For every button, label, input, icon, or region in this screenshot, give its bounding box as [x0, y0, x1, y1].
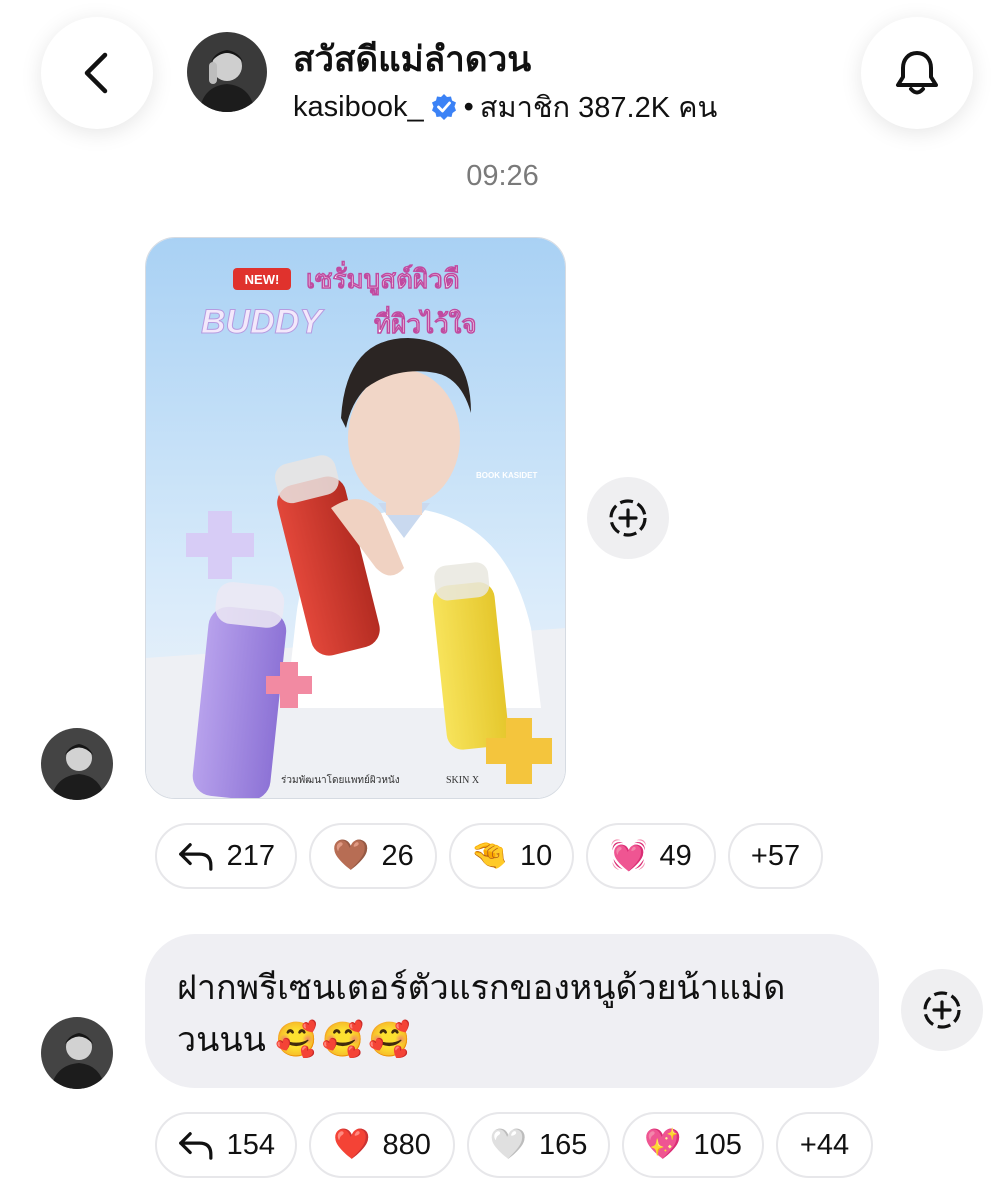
- channel-subtitle: kasibook_ • สมาชิก 387.2K คน: [293, 84, 717, 130]
- reply-icon: [179, 843, 213, 871]
- channel-header: สวัสดีแม่ลำดวน kasibook_ • สมาชิก 387.2K…: [0, 0, 1005, 150]
- reaction-chip[interactable]: 🤏 10: [449, 823, 574, 889]
- back-button[interactable]: [41, 17, 153, 129]
- brown-heart-icon: 🤎: [332, 839, 370, 872]
- more-reactions-chip[interactable]: +57: [728, 823, 823, 889]
- ad-headline-1: เซรั่มบูสต์ผิวดี: [306, 260, 460, 296]
- beating-heart-icon: 💓: [610, 839, 648, 872]
- message-reactions: 154 ❤️ 880 🤍 165 💖 105 +44: [155, 1112, 873, 1178]
- sender-avatar[interactable]: [41, 728, 113, 800]
- post-reactions: 217 🤎 26 🤏 10 💓 49 +57: [155, 823, 823, 889]
- add-circle-dashed-icon: [923, 991, 961, 1029]
- white-heart-icon: 🤍: [489, 1128, 527, 1161]
- channel-username[interactable]: kasibook_: [293, 91, 424, 124]
- message-bubble[interactable]: ฝากพรีเซนเตอร์ตัวแรกของหนูด้วยน้าแม่ดวนน…: [145, 934, 879, 1088]
- chevron-left-icon: [84, 52, 108, 94]
- message-text: ฝากพรีเซนเตอร์ตัวแรกของหนูด้วยน้าแม่ดวนน…: [177, 969, 786, 1059]
- sparkling-heart-icon: 💖: [644, 1128, 682, 1161]
- reaction-chip[interactable]: 🤎 26: [309, 823, 437, 889]
- reaction-chip[interactable]: 💓 49: [586, 823, 716, 889]
- reaction-chip[interactable]: 🤍 165: [467, 1112, 610, 1178]
- red-heart-icon: ❤️: [333, 1128, 371, 1161]
- ad-headline-2a: BUDDY: [201, 303, 325, 341]
- bell-icon: [896, 51, 938, 95]
- ad-brand: SKIN X: [446, 775, 480, 786]
- product-ad-image[interactable]: NEW! เซรั่มบูสต์ผิวดี BUDDY ที่ผิวไว้ใจ …: [145, 237, 566, 799]
- more-reactions-count: +57: [750, 839, 801, 872]
- reply-count: 217: [226, 839, 275, 872]
- ad-new-badge: NEW!: [245, 272, 280, 287]
- add-circle-dashed-icon: [609, 499, 647, 537]
- share-button[interactable]: [587, 477, 669, 559]
- reaction-count: 880: [382, 1128, 431, 1161]
- more-reactions-chip[interactable]: +44: [776, 1112, 873, 1178]
- reaction-count: 26: [381, 839, 414, 872]
- channel-avatar[interactable]: [187, 32, 267, 112]
- reply-count-chip[interactable]: 217: [155, 823, 297, 889]
- reply-icon: [179, 1132, 213, 1160]
- message-emojis: 🥰🥰🥰: [275, 1021, 415, 1059]
- channel-title[interactable]: สวัสดีแม่ลำดวน: [293, 32, 531, 87]
- ad-headline-2b: ที่ผิวไว้ใจ: [374, 305, 477, 340]
- reaction-count: 10: [520, 839, 553, 872]
- message-timestamp: 09:26: [466, 160, 539, 192]
- reaction-count: 165: [538, 1128, 588, 1161]
- reaction-count: 49: [659, 839, 692, 872]
- reaction-count: 105: [693, 1128, 742, 1161]
- member-count: สมาชิก 387.2K คน: [479, 92, 718, 124]
- pinching-hand-icon: 🤏: [470, 839, 509, 872]
- notifications-button[interactable]: [861, 17, 973, 129]
- verified-badge-icon: [431, 94, 456, 120]
- reply-count: 154: [226, 1128, 275, 1161]
- separator-dot: •: [463, 90, 474, 123]
- sender-avatar[interactable]: [41, 1017, 113, 1089]
- reply-count-chip[interactable]: 154: [155, 1112, 297, 1178]
- reaction-chip[interactable]: 💖 105: [622, 1112, 764, 1178]
- share-button[interactable]: [901, 969, 983, 1051]
- more-reactions-count: +44: [799, 1128, 850, 1161]
- ad-footer-text: ร่วมพัฒนาโดยแพทย์ผิวหนัง: [281, 773, 400, 786]
- ad-person-name: BOOK KASIDET: [476, 471, 537, 480]
- reaction-chip[interactable]: ❤️ 880: [309, 1112, 455, 1178]
